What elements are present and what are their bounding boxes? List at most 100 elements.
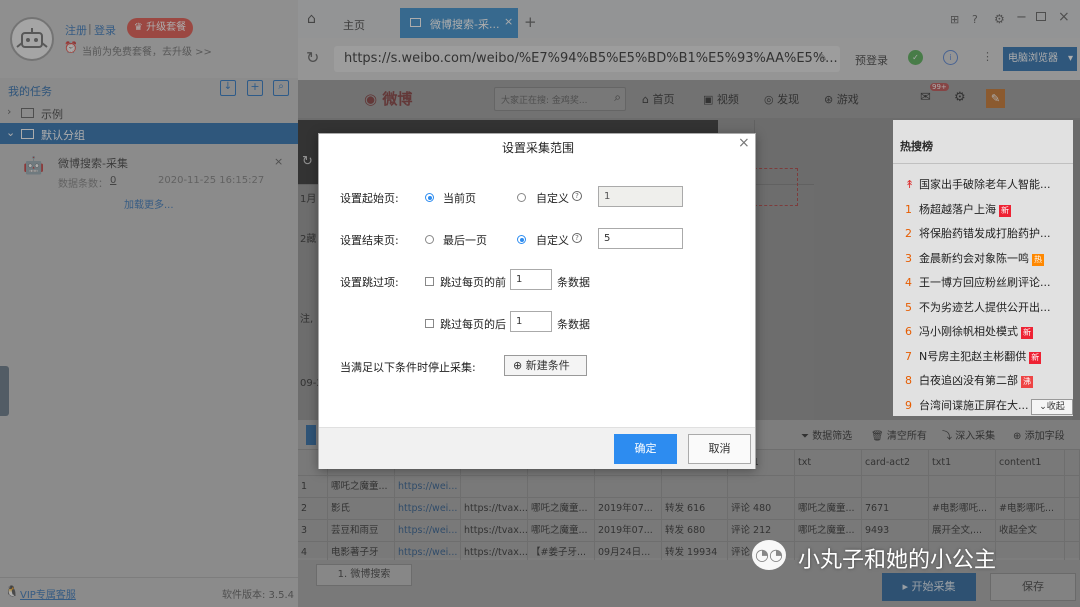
table-cell[interactable]: 1 <box>298 476 328 498</box>
skip-back-input[interactable]: 1 <box>510 311 552 332</box>
skip-front-label[interactable]: 跳过每页的前 <box>440 274 506 290</box>
register-link[interactable]: 注册 <box>65 22 87 38</box>
table-cell[interactable]: 哪吒之魔童... <box>528 498 595 520</box>
table-cell[interactable]: 哪吒之魔童... <box>328 476 395 498</box>
close-icon[interactable]: × <box>274 155 283 168</box>
column-header[interactable]: txt1 <box>929 450 996 476</box>
search-icon[interactable]: ⌕ <box>614 90 621 105</box>
toolbar-tab[interactable] <box>306 425 316 445</box>
new-tab-button[interactable]: + <box>524 13 537 31</box>
tab-home[interactable]: 主页 <box>330 8 390 38</box>
hot-search-item[interactable]: 7 N号房主犯赵主彬翻供新 <box>905 348 1042 364</box>
clear-all-button[interactable]: 🗑 清空所有 <box>871 427 927 442</box>
column-header[interactable]: card-act2 <box>862 450 929 476</box>
start-current-radio[interactable] <box>425 193 434 202</box>
close-window-icon[interactable]: × <box>1058 9 1070 25</box>
import-icon[interactable]: ↓ <box>220 80 236 96</box>
table-cell[interactable]: 7671 <box>862 498 929 520</box>
hot-search-item[interactable]: 2 将保胎药错发成打胎药护... <box>905 225 1051 241</box>
hot-search-item[interactable]: 4 王一博方回应粉丝刷评论... <box>905 274 1051 290</box>
table-cell[interactable]: 哪吒之魔童... <box>528 520 595 542</box>
ok-button[interactable]: 确定 <box>614 434 677 464</box>
table-cell[interactable]: #电影哪吒... <box>996 498 1065 520</box>
end-custom-radio[interactable] <box>517 235 526 244</box>
edit-icon[interactable]: ✎ <box>818 51 827 64</box>
restore-icon[interactable] <box>1036 12 1046 21</box>
table-cell[interactable] <box>929 476 996 498</box>
table-cell[interactable]: 影氏 <box>328 498 395 520</box>
group-default[interactable]: ⌄ 默认分组 <box>0 123 298 144</box>
search-task-icon[interactable]: ⌕ <box>273 80 289 96</box>
end-custom-label[interactable]: 自定义 <box>536 232 569 248</box>
table-cell[interactable] <box>728 476 795 498</box>
table-cell[interactable] <box>1065 498 1080 520</box>
table-cell[interactable]: 3 <box>298 520 328 542</box>
table-cell[interactable]: 评论 480 <box>728 498 795 520</box>
mail-icon[interactable]: ✉ <box>920 90 931 105</box>
settings-icon[interactable]: ⚙ <box>954 90 966 105</box>
hot-search-item[interactable]: 5 不为劣迹艺人提供公开出... <box>905 299 1051 315</box>
skip-front-input[interactable]: 1 <box>510 269 552 290</box>
table-cell[interactable]: 转发 680 <box>662 520 728 542</box>
skip-back-checkbox[interactable] <box>425 319 434 328</box>
task-item[interactable]: 🤖 微博搜索-采集 × 数据条数： 0 2020-11-25 16:15:27 <box>0 144 298 192</box>
status-ok-icon[interactable]: ✓ <box>908 50 923 65</box>
sheet-tab[interactable]: 1. 微博搜索 <box>316 564 412 586</box>
minimize-icon[interactable]: − <box>1016 10 1027 25</box>
start-custom-label[interactable]: 自定义 <box>536 190 569 206</box>
compose-icon[interactable]: ✎ <box>986 89 1005 108</box>
free-plan-note[interactable]: 当前为免费套餐，去升级 >> <box>82 43 212 58</box>
table-cell[interactable]: https://wei... <box>395 520 461 542</box>
tab-active[interactable]: 微博搜索-采... × <box>400 8 518 38</box>
end-last-label[interactable]: 最后一页 <box>443 232 487 248</box>
pin-icon[interactable]: ⊞ <box>950 13 959 26</box>
table-cell[interactable]: 2019年07... <box>595 520 662 542</box>
start-custom-radio[interactable] <box>517 193 526 202</box>
column-header[interactable] <box>1065 450 1080 476</box>
count-value[interactable]: 0 <box>110 175 116 186</box>
hot-search-item[interactable]: 6 冯小刚徐帆相处模式新 <box>905 323 1033 339</box>
hot-search-item[interactable]: 3 金晨新约会对象陈一鸣热 <box>905 250 1044 266</box>
group-example[interactable]: › 示例 <box>0 102 298 123</box>
table-cell[interactable] <box>862 476 929 498</box>
table-cell[interactable] <box>795 476 862 498</box>
nav-game[interactable]: ⊛ 游戏 <box>824 91 859 107</box>
load-more-link[interactable]: 加载更多... <box>124 196 174 211</box>
plugin-icon[interactable]: i <box>943 50 958 65</box>
vip-service-link[interactable]: VIP专属客服 <box>20 586 76 601</box>
avatar[interactable] <box>10 17 54 61</box>
login-link[interactable]: 登录 <box>94 22 116 38</box>
nav-home[interactable]: ⌂ 首页 <box>642 91 674 107</box>
collapse-button[interactable]: ⌄收起 <box>1031 399 1073 415</box>
side-handle[interactable] <box>0 366 9 416</box>
table-cell[interactable]: 转发 616 <box>662 498 728 520</box>
skip-back-label[interactable]: 跳过每页的后 <box>440 316 506 332</box>
filter-button[interactable]: ⏷ 数据筛选 <box>801 427 852 442</box>
hot-search-item[interactable]: 9 台湾间谍施正屏在大... <box>905 397 1029 413</box>
gear-icon[interactable]: ⚙ <box>994 12 1005 26</box>
table-cell[interactable] <box>1065 476 1080 498</box>
banner-replay-icon[interactable]: ↻ <box>302 154 313 169</box>
weibo-logo[interactable]: ◉ 微博 <box>364 88 412 109</box>
scrollbar[interactable] <box>1072 120 1080 420</box>
dialog-close-icon[interactable]: × <box>738 135 750 151</box>
help-icon[interactable]: ? <box>972 13 978 26</box>
table-cell[interactable] <box>595 476 662 498</box>
add-field-button[interactable]: ⊕ 添加字段 <box>1013 427 1065 442</box>
table-cell[interactable] <box>662 476 728 498</box>
table-cell[interactable]: 芸豆和雨豆 <box>328 520 395 542</box>
hot-search-item[interactable]: 1 杨超越落户上海新 <box>905 201 1011 217</box>
weibo-search-input[interactable]: 大家正在搜: 金鸡奖... ⌕ <box>494 87 626 111</box>
start-page-input[interactable]: 1 <box>598 186 683 207</box>
skip-front-checkbox[interactable] <box>425 277 434 286</box>
hot-search-item[interactable]: 8 白夜追凶没有第二部沸 <box>905 372 1033 388</box>
pre-login-button[interactable]: 预登录 <box>855 52 888 68</box>
new-task-icon[interactable]: + <box>247 80 263 96</box>
nav-video[interactable]: ▣ 视频 <box>703 91 739 107</box>
table-cell[interactable]: https://tvax... <box>461 498 528 520</box>
table-cell[interactable]: 2019年07... <box>595 498 662 520</box>
new-condition-button[interactable]: ⊕ 新建条件 <box>504 355 587 376</box>
home-icon[interactable]: ⌂ <box>307 11 316 27</box>
end-page-input[interactable]: 5 <box>598 228 683 249</box>
help-icon[interactable]: ? <box>572 233 582 243</box>
